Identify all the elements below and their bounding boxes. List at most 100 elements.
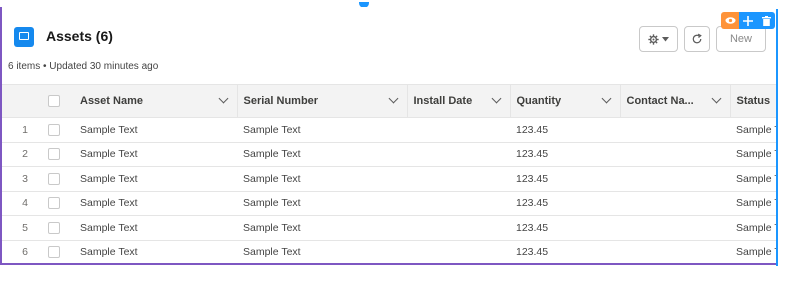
row-number: 2 xyxy=(22,148,28,161)
column-header-status[interactable]: Status xyxy=(730,84,778,118)
serial-number-value: Sample Text xyxy=(243,246,301,259)
row-select-cell xyxy=(48,216,74,241)
install-date-cell xyxy=(407,240,510,263)
row-number: 5 xyxy=(22,221,28,234)
serial-number-value: Sample Text xyxy=(243,221,301,234)
select-all-header xyxy=(48,84,74,118)
status-value: Sample Te xyxy=(736,246,778,259)
asset-name-value: Sample Text xyxy=(80,172,138,185)
chevron-down-icon[interactable] xyxy=(491,93,501,104)
serial-number-value: Sample Text xyxy=(243,197,301,210)
asset-name-value: Sample Text xyxy=(80,197,138,210)
quantity-cell: 123.45 xyxy=(510,191,620,216)
refresh-button[interactable] xyxy=(684,26,710,52)
delete-button[interactable] xyxy=(757,12,775,29)
asset-name-cell: Sample Text xyxy=(74,191,237,216)
row-checkbox[interactable] xyxy=(48,172,60,185)
row-number: 6 xyxy=(22,246,28,259)
status-value: Sample Te xyxy=(736,172,778,185)
contact-name-cell xyxy=(620,167,730,192)
chevron-down-icon[interactable] xyxy=(711,93,721,104)
serial-number-cell: Sample Text xyxy=(237,216,407,241)
serial-number-cell: Sample Text xyxy=(237,118,407,143)
select-all-checkbox[interactable] xyxy=(48,95,60,108)
column-header-serial-number[interactable]: Serial Number xyxy=(237,84,408,118)
refresh-icon xyxy=(692,33,702,44)
contact-name-cell xyxy=(620,118,730,143)
row-number: 3 xyxy=(22,172,28,185)
assets-table: Asset Name Serial Number Install Date Qu… xyxy=(2,84,778,263)
status-cell: Sample Te xyxy=(730,240,778,263)
column-header-install-date[interactable]: Install Date xyxy=(407,84,511,118)
row-select-cell xyxy=(48,142,74,167)
list-title[interactable]: Assets (6) xyxy=(46,28,113,44)
serial-number-cell: Sample Text xyxy=(237,191,407,216)
status-value: Sample Te xyxy=(736,221,778,234)
install-date-cell xyxy=(407,167,510,192)
asset-name-cell: Sample Text xyxy=(74,118,237,143)
move-icon xyxy=(743,15,753,26)
component-builder-toolbar xyxy=(721,12,775,29)
status-cell: Sample Te xyxy=(730,142,778,167)
column-label: Serial Number xyxy=(243,95,319,107)
caret-down-icon xyxy=(662,36,669,41)
selection-outline-right xyxy=(776,9,778,266)
asset-name-cell: Sample Text xyxy=(74,216,237,241)
row-checkbox[interactable] xyxy=(48,148,60,161)
new-button[interactable]: New xyxy=(716,26,766,52)
table-row: 5 Sample Text Sample Text 123.45 Sample … xyxy=(2,216,778,241)
row-checkbox[interactable] xyxy=(48,246,60,259)
quantity-value: 123.45 xyxy=(516,172,549,185)
column-label: Asset Name xyxy=(80,95,143,107)
table-row: 6 Sample Text Sample Text 123.45 Sample … xyxy=(2,240,778,263)
chevron-down-icon[interactable] xyxy=(218,93,228,104)
table-row: 2 Sample Text Sample Text 123.45 Sample … xyxy=(2,142,778,167)
column-header-quantity[interactable]: Quantity xyxy=(510,84,621,118)
quantity-value: 123.45 xyxy=(516,197,549,210)
status-cell: Sample Te xyxy=(730,118,778,143)
table-row: 4 Sample Text Sample Text 123.45 Sample … xyxy=(2,191,778,216)
visibility-toggle-button[interactable] xyxy=(721,12,739,29)
status-cell: Sample Te xyxy=(730,167,778,192)
table-row: 3 Sample Text Sample Text 123.45 Sample … xyxy=(2,167,778,192)
chevron-down-icon[interactable] xyxy=(388,93,398,104)
serial-number-cell: Sample Text xyxy=(237,167,407,192)
contact-name-cell xyxy=(620,191,730,216)
table-header-row: Asset Name Serial Number Install Date Qu… xyxy=(2,84,778,118)
contact-name-cell xyxy=(620,142,730,167)
status-value: Sample Te xyxy=(736,148,778,161)
contact-name-cell xyxy=(620,216,730,241)
status-value: Sample Te xyxy=(736,123,778,136)
install-date-cell xyxy=(407,191,510,216)
chevron-down-icon[interactable] xyxy=(601,93,611,104)
row-select-cell xyxy=(48,118,74,143)
column-label: Install Date xyxy=(413,95,473,107)
status-value: Sample Te xyxy=(736,197,778,210)
table-row: 1 Sample Text Sample Text 123.45 Sample … xyxy=(2,118,778,143)
row-select-cell xyxy=(48,191,74,216)
row-select-cell xyxy=(48,167,74,192)
list-settings-button[interactable] xyxy=(639,26,678,52)
column-header-contact-name[interactable]: Contact Na... xyxy=(620,84,731,118)
serial-number-value: Sample Text xyxy=(243,148,301,161)
serial-number-cell: Sample Text xyxy=(237,240,407,263)
row-number: 1 xyxy=(22,123,28,136)
row-checkbox[interactable] xyxy=(48,197,60,210)
row-checkbox[interactable] xyxy=(48,123,60,136)
asset-name-cell: Sample Text xyxy=(74,167,237,192)
column-header-asset-name[interactable]: Asset Name xyxy=(74,84,238,118)
asset-object-icon xyxy=(14,27,34,47)
quantity-value: 123.45 xyxy=(516,148,549,161)
status-cell: Sample Te xyxy=(730,216,778,241)
row-number: 4 xyxy=(22,197,28,210)
install-date-cell xyxy=(407,142,510,167)
column-label: Contact Na... xyxy=(626,95,694,107)
row-checkbox[interactable] xyxy=(48,221,60,234)
eye-icon xyxy=(724,17,736,24)
quantity-value: 123.45 xyxy=(516,221,549,234)
contact-name-cell xyxy=(620,240,730,263)
status-cell: Sample Te xyxy=(730,191,778,216)
quantity-cell: 123.45 xyxy=(510,118,620,143)
move-button[interactable] xyxy=(739,12,757,29)
row-number-header xyxy=(2,84,48,118)
